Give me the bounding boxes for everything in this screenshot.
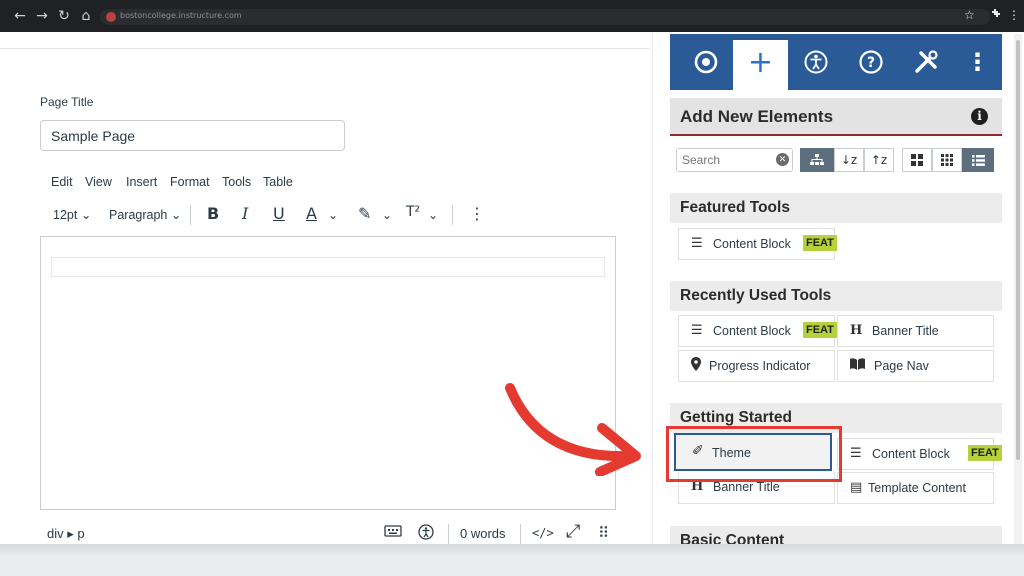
hierarchy-view-icon[interactable] xyxy=(800,148,834,172)
feat-badge: FEAT xyxy=(968,445,1002,461)
sort-descending-icon[interactable]: ↑z xyxy=(864,148,894,172)
tool-page-nav[interactable]: Page Nav xyxy=(837,350,994,382)
divider xyxy=(0,48,650,49)
plus-icon[interactable]: + xyxy=(733,40,788,90)
menu-tools[interactable]: Tools xyxy=(222,175,251,189)
tool-label: Progress Indicator xyxy=(709,359,811,373)
accessibility-checker-icon[interactable] xyxy=(418,524,434,544)
clear-search-icon[interactable]: ✕ xyxy=(776,153,789,166)
more-icon[interactable]: ⋮ xyxy=(469,204,485,223)
back-icon[interactable]: ← xyxy=(12,8,28,24)
tool-label: Banner Title xyxy=(713,480,780,494)
divider xyxy=(520,524,521,544)
table-icon: ☰ xyxy=(850,446,862,461)
menu-table[interactable]: Table xyxy=(263,175,293,189)
heading-icon: H xyxy=(850,323,863,338)
menu-insert[interactable]: Insert xyxy=(126,175,157,189)
bold-icon[interactable]: B xyxy=(207,204,219,223)
tools-icon[interactable] xyxy=(898,34,953,90)
tool-progress-indicator[interactable]: Progress Indicator xyxy=(678,350,835,382)
divider xyxy=(452,205,453,225)
star-icon[interactable]: ☆ xyxy=(964,8,975,22)
panel-header: Add New Elements i xyxy=(670,98,1002,136)
home-icon[interactable]: ⌂ xyxy=(78,8,94,24)
list-view-icon[interactable] xyxy=(962,148,994,172)
svg-text:?: ? xyxy=(866,55,874,71)
panel-title: Add New Elements xyxy=(680,107,834,126)
section-basic-content: Basic Content xyxy=(670,526,1002,544)
reload-icon[interactable]: ↻ xyxy=(56,8,72,24)
fullscreen-icon[interactable]: ⤢ xyxy=(566,521,580,542)
tool-banner-title[interactable]: H Banner Title xyxy=(837,315,994,347)
target-icon[interactable] xyxy=(678,34,733,90)
menu-edit[interactable]: Edit xyxy=(51,175,73,189)
browser-menu-icon[interactable]: ⋮ xyxy=(1008,8,1020,22)
address-bar[interactable]: bostoncollege.instructure.com xyxy=(100,9,990,25)
divider xyxy=(448,524,449,544)
table-icon: ☰ xyxy=(691,236,703,251)
chevron-down-icon[interactable]: ⌄ xyxy=(428,208,438,222)
html-editor-toggle[interactable]: </> xyxy=(532,526,554,540)
tool-label: Content Block xyxy=(872,447,950,461)
more-icon[interactable]: ⋮ xyxy=(950,34,1005,90)
small-grid-icon[interactable] xyxy=(932,148,962,172)
annotation-arrow-icon xyxy=(505,383,641,476)
annotation-highlight-box xyxy=(666,426,842,482)
forward-icon[interactable]: → xyxy=(34,8,50,24)
keyboard-icon[interactable] xyxy=(384,524,402,542)
info-icon[interactable]: i xyxy=(971,108,988,125)
font-size-select[interactable]: 12pt ⌄ xyxy=(53,207,91,222)
accessibility-icon[interactable] xyxy=(788,34,843,90)
tool-template-content[interactable]: ▤ Template Content xyxy=(837,472,994,504)
tool-label: Content Block xyxy=(713,237,791,251)
book-icon xyxy=(850,358,865,374)
divider xyxy=(652,32,653,544)
block-format-select[interactable]: Paragraph ⌄ xyxy=(109,207,181,222)
panel-tab-bar: + ? ⋮ xyxy=(670,34,1002,90)
tool-content-block[interactable]: ☰ Content Block FEAT xyxy=(678,315,837,347)
content-block[interactable] xyxy=(51,257,605,277)
menu-view[interactable]: View xyxy=(85,175,112,189)
word-count[interactable]: 0 words xyxy=(460,526,506,541)
chevron-down-icon: ⌄ xyxy=(80,208,92,222)
menu-format[interactable]: Format xyxy=(170,175,210,189)
section-recently-used: Recently Used Tools xyxy=(670,281,1002,311)
url-text: bostoncollege.instructure.com xyxy=(120,11,242,20)
chevron-down-icon[interactable]: ⌄ xyxy=(328,208,338,222)
chevron-down-icon[interactable]: ⌄ xyxy=(382,208,392,222)
italic-icon[interactable]: I xyxy=(242,204,248,223)
feat-badge: FEAT xyxy=(803,322,837,338)
large-grid-icon[interactable] xyxy=(902,148,932,172)
puzzle-icon[interactable] xyxy=(990,8,1002,23)
table-icon: ☰ xyxy=(691,323,703,338)
feat-badge: FEAT xyxy=(803,235,837,251)
scrollbar-thumb[interactable] xyxy=(1016,40,1020,460)
tool-content-block[interactable]: ☰ Content Block FEAT xyxy=(678,228,837,260)
divider xyxy=(190,205,191,225)
document-icon: ▤ xyxy=(850,480,863,495)
resize-handle-icon[interactable]: ⠿ xyxy=(598,524,609,542)
section-featured-tools: Featured Tools xyxy=(670,193,1002,223)
element-path: div ▸ p xyxy=(47,526,85,541)
site-favicon-icon xyxy=(106,12,116,22)
tool-label: Banner Title xyxy=(872,324,939,338)
page-title-input[interactable] xyxy=(40,120,345,151)
tool-label: Template Content xyxy=(868,481,966,495)
map-marker-icon xyxy=(691,357,701,375)
underline-icon[interactable]: U xyxy=(273,204,285,223)
tool-label: Content Block xyxy=(713,324,791,338)
chevron-down-icon: ⌄ xyxy=(170,208,182,222)
sort-ascending-icon[interactable]: ↓z xyxy=(834,148,864,172)
browser-toolbar: ← → ↻ ⌂ bostoncollege.instructure.com ☆ … xyxy=(0,0,1024,32)
tool-content-block[interactable]: ☰ Content Block FEAT xyxy=(837,438,1002,470)
superscript-icon[interactable]: T² xyxy=(406,204,420,220)
highlight-icon[interactable]: ✎ xyxy=(358,204,371,223)
tool-label: Page Nav xyxy=(874,359,929,373)
text-color-icon[interactable]: A xyxy=(306,204,317,223)
help-icon[interactable]: ? xyxy=(843,34,898,90)
page-bottom-edge xyxy=(0,544,1024,556)
page-title-label: Page Title xyxy=(40,95,94,109)
